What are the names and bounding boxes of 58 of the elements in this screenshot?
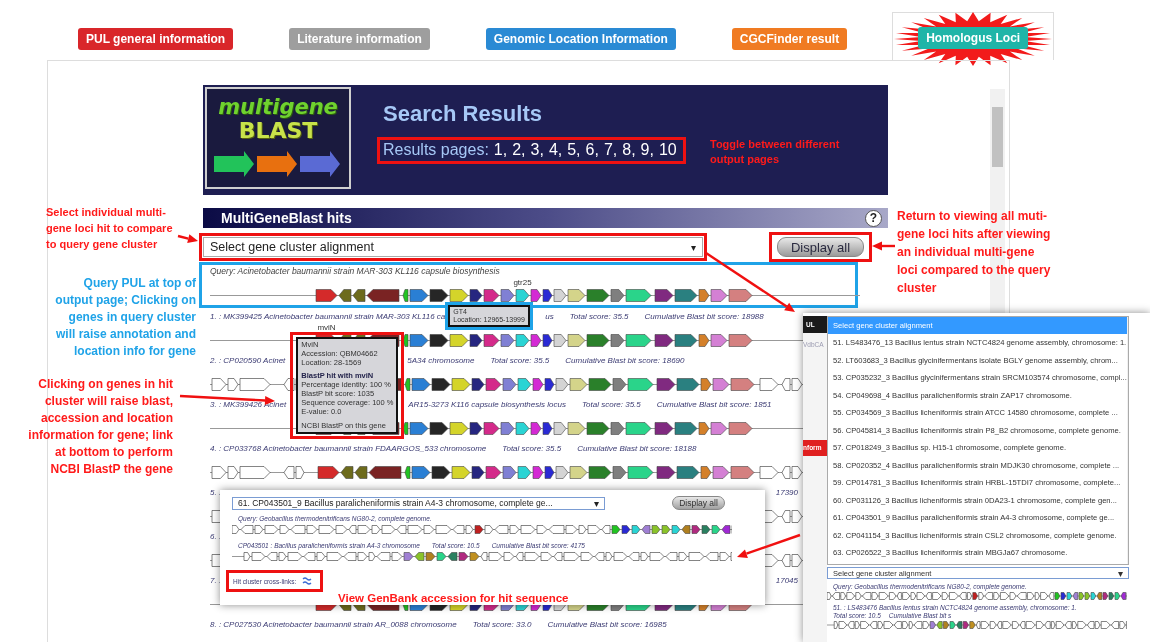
logo-text: multigene [218, 95, 338, 119]
gene-label[interactable]: mviN [317, 323, 336, 332]
hit-title: 4. : CP033768 Acinetobacter baumannii strain FDAARGOS_533 chromosome [210, 443, 487, 455]
cumulative-score: Cumulative Blast bit score: 18188 [577, 443, 697, 455]
scrollbar[interactable] [1126, 317, 1128, 564]
page-link[interactable]: 4, [548, 141, 563, 159]
page-link[interactable]: 10 [658, 141, 677, 159]
cumulative-score: Cumulative Blast bit score: 16985 [547, 619, 667, 631]
hit-title: 5. : [210, 487, 222, 499]
display-all-button[interactable]: Display all [777, 237, 864, 257]
results-title: Search Results [383, 101, 543, 127]
pointer-arrow [737, 533, 801, 558]
hit-title-fragment: AR15-3273 K116 capsule biosynthesis locus [408, 399, 566, 411]
page-link[interactable]: 9, [640, 141, 654, 159]
display-all-button[interactable]: Display all [672, 496, 725, 510]
section-title: MultiGeneBlast hits [221, 210, 352, 226]
score-fragment: 17045 [775, 575, 798, 587]
scrollbar-thumb[interactable] [992, 107, 1003, 167]
page-link[interactable]: 6, [585, 141, 599, 159]
query-title: Query: Acinetobacter baumannii strain MAR-303 KL116 capsule biosynthesis [209, 265, 501, 278]
annotation-text: Query PUL at top of output page; Clicking on genes in query cluster will raise annotation and location info for gene [54, 275, 196, 360]
total-score: Total score: 35.5 [569, 311, 629, 323]
tab[interactable]: Genomic Location Information [485, 28, 676, 50]
cumulative-score: Cumulative Blast bit score: 18690 [565, 355, 685, 367]
page-link[interactable]: 2, [512, 141, 526, 159]
total-score: Total score: 35.5 [502, 443, 562, 455]
page-link[interactable]: 5, [567, 141, 581, 159]
hit-title: 2. : CP020590 Acinet [210, 355, 286, 367]
annotation-text: Select individual multi-gene loci hit to compare to query gene cluster [46, 205, 174, 252]
hit-title: 7. : [210, 575, 222, 587]
hit-title-fragment: 5A34 chromosome [407, 355, 475, 367]
pages-label: Results pages: [383, 141, 489, 159]
gene-label[interactable]: gtr25 [513, 278, 532, 287]
logo-text: BLAST [238, 119, 318, 143]
page-link[interactable]: 1, [493, 141, 508, 159]
page-link[interactable]: 8, [622, 141, 636, 159]
page-link[interactable]: 3, [530, 141, 544, 159]
cumulative-score: Cumulative Blast bit score: 1851 [656, 399, 772, 411]
hit-title: 6. : [210, 531, 222, 543]
link-icon[interactable] [302, 576, 313, 586]
hit-title: 1. : MK399425 Acinetobacter baumannii strain MAR-303 KL116 ca [210, 311, 446, 323]
annotation-text: Toggle between different output pages [710, 137, 841, 167]
cluster-select[interactable]: Select gene cluster alignment ▾ [203, 237, 703, 257]
cumulative-score: Cumulative Blast bit score: 18988 [644, 311, 764, 323]
tab[interactable]: PUL general information [78, 28, 234, 50]
total-score: Total score: 33.0 [472, 619, 532, 631]
cluster-select[interactable]: 61. CP043501_9 Bacillus paralicheniformis strain A4-3 chromosome, complete ge... ▾ [232, 496, 605, 510]
total-score: Total score: 35.5 [581, 399, 641, 411]
annotation-text: View GenBank accession for hit sequence [338, 591, 569, 606]
page-link[interactable]: 7, [603, 141, 618, 159]
annotation-text: Return to viewing all muti-gene loci hits after viewing an individual multi-gene loci compared to the query cluster [897, 208, 1052, 297]
pointer-arrow [177, 234, 198, 243]
annotation-text: Clicking on genes in hit cluster will raise blast, accession and location information for gene; link at bottom to perform NCBI BlastP the gene [28, 376, 173, 478]
hit-title-fragment: us [545, 311, 554, 323]
help-button[interactable]: ? [865, 209, 882, 227]
hit-title: 8. : CP027530 Acinetobacter baumannii strain AR_0088 chromosome [210, 619, 457, 631]
score-fragment: 17390 [775, 487, 798, 499]
total-score: Total score: 35.5 [490, 355, 550, 367]
